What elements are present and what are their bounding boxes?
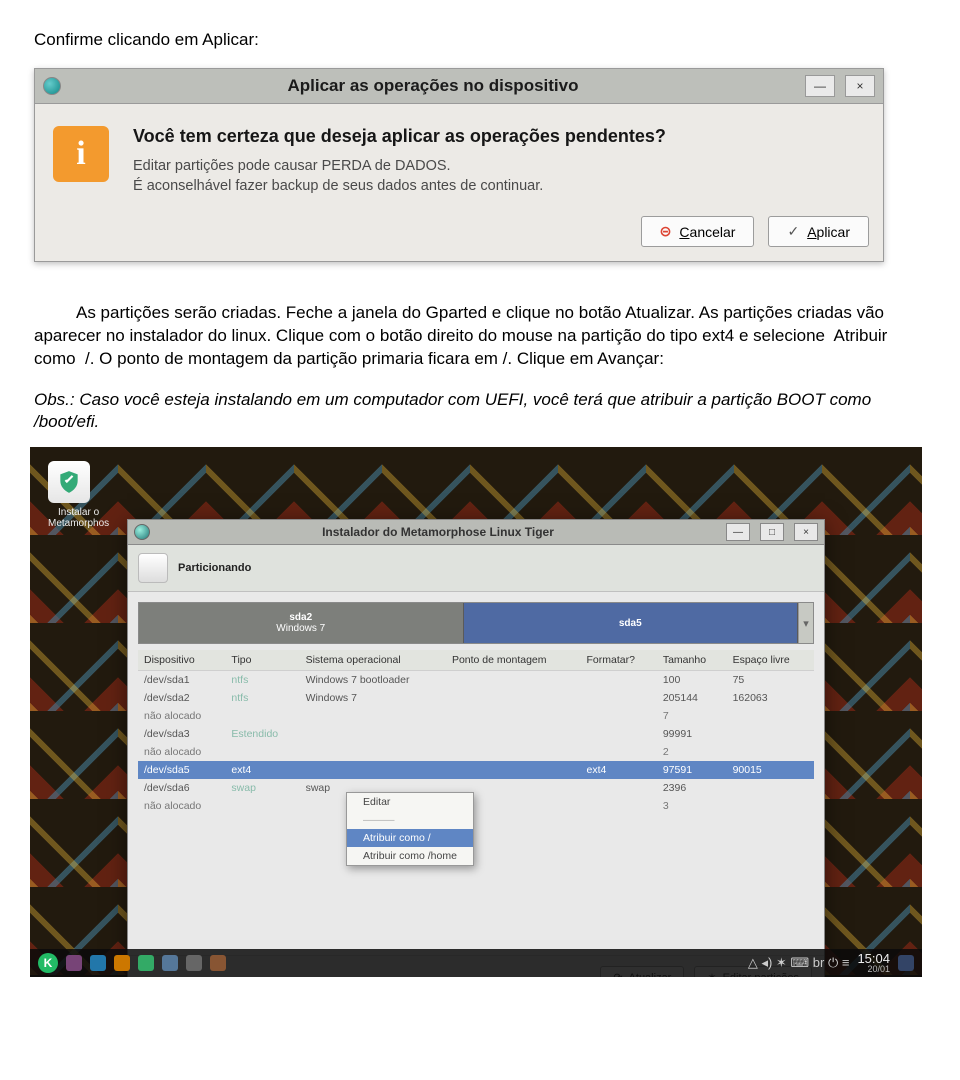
table-row[interactable]: não alocado7	[138, 707, 814, 725]
apply-label: Aplicar	[807, 224, 850, 240]
partition-table: DispositivoTipoSistema operacionalPonto …	[138, 650, 814, 815]
dialog-warning-line1: Editar partições pode causar PERDA de DA…	[133, 157, 865, 177]
table-row[interactable]: /dev/sda6swapswap2396	[138, 779, 814, 797]
dialog-titlebar: Aplicar as operações no dispositivo — ×	[35, 69, 883, 104]
taskbar-item[interactable]	[186, 955, 202, 971]
system-tray[interactable]: △ ◂) ✶ ⌨ br ⏻ ≡	[742, 954, 850, 972]
table-row[interactable]: /dev/sda1ntfsWindows 7 bootloader10075	[138, 671, 814, 690]
installer-screenshot: Instalar o Metamorphos Instalador do Met…	[30, 447, 922, 977]
show-desktop-icon[interactable]	[898, 955, 914, 971]
column-header: Formatar?	[581, 650, 657, 671]
cancel-button[interactable]: ⊝ Cancelar	[641, 216, 755, 247]
ctx-disabled: ———	[347, 811, 473, 829]
minimize-button[interactable]: —	[805, 75, 835, 97]
taskbar-item[interactable]	[66, 955, 82, 971]
info-icon: i	[53, 126, 109, 182]
taskbar-item[interactable]	[162, 955, 178, 971]
column-header: Tamanho	[657, 650, 727, 671]
taskbar-item[interactable]	[90, 955, 106, 971]
context-menu[interactable]: Editar ——— Atribuir como / Atribuir como…	[346, 792, 474, 866]
gparted-dialog-screenshot: Aplicar as operações no dispositivo — × …	[34, 68, 884, 262]
close-button[interactable]: ×	[845, 75, 875, 97]
app-icon	[43, 77, 61, 95]
table-row[interactable]: /dev/sda2ntfsWindows 7205144162063	[138, 689, 814, 707]
desktop-icon-label: Instalar o Metamorphos	[48, 507, 109, 529]
shield-icon	[56, 469, 82, 495]
installer-title: Instalador do Metamorphose Linux Tiger	[160, 525, 716, 539]
maximize-button[interactable]: □	[760, 523, 784, 541]
ctx-assign-root[interactable]: Atribuir como /	[347, 829, 473, 847]
column-header: Tipo	[225, 650, 299, 671]
start-menu-icon[interactable]: K	[38, 953, 58, 973]
column-header: Espaço livre	[727, 650, 814, 671]
check-icon: ✓	[787, 223, 799, 240]
ctx-assign-home[interactable]: Atribuir como /home	[347, 847, 473, 865]
dialog-title: Aplicar as operações no dispositivo	[71, 76, 795, 96]
obs-paragraph: Obs.: Caso você esteja instalando em um …	[34, 389, 926, 433]
taskbar: K △ ◂) ✶ ⌨ br ⏻ ≡ 15:04 20/01	[30, 949, 922, 977]
app-icon	[134, 524, 150, 540]
ctx-edit[interactable]: Editar	[347, 793, 473, 811]
close-button[interactable]: ×	[794, 523, 818, 541]
taskbar-item[interactable]	[210, 955, 226, 971]
partbar-sda5[interactable]: sda5	[464, 603, 798, 643]
taskbar-clock[interactable]: 15:04 20/01	[857, 952, 890, 974]
cancel-icon: ⊝	[660, 223, 672, 240]
intro-text: Confirme clicando em Aplicar:	[34, 30, 926, 50]
installer-window: Instalador do Metamorphose Linux Tiger —…	[127, 519, 825, 977]
table-row[interactable]: não alocado2	[138, 743, 814, 761]
table-row[interactable]: /dev/sda3Estendido99991	[138, 725, 814, 743]
step-title: Particionando	[178, 562, 251, 574]
column-header: Dispositivo	[138, 650, 225, 671]
dialog-warning-line2: É aconselhável fazer backup de seus dado…	[133, 177, 865, 197]
partition-bar[interactable]: sda2 Windows 7 sda5 ▾	[138, 602, 814, 644]
table-row[interactable]: não alocado3	[138, 797, 814, 815]
column-header: Sistema operacional	[300, 650, 446, 671]
taskbar-item[interactable]	[114, 955, 130, 971]
partbar-sda2[interactable]: sda2 Windows 7	[139, 603, 464, 643]
taskbar-item[interactable]	[138, 955, 154, 971]
apply-button[interactable]: ✓ Aplicar	[768, 216, 869, 247]
obs-label: Obs.:	[34, 390, 75, 409]
desktop-install-icon[interactable]: Instalar o Metamorphos	[48, 461, 109, 529]
dialog-heading: Você tem certeza que deseja aplicar as o…	[133, 126, 865, 147]
disk-icon	[138, 553, 168, 583]
body-paragraph: As partições serão criadas. Feche a jane…	[34, 302, 926, 371]
table-row[interactable]: /dev/sda5ext4ext49759190015	[138, 761, 814, 779]
minimize-button[interactable]: —	[726, 523, 750, 541]
cancel-label: Cancelar	[679, 224, 735, 240]
column-header: Ponto de montagem	[446, 650, 581, 671]
obs-text: Caso você esteja instalando em um comput…	[34, 390, 871, 431]
installer-step-header: Particionando	[128, 545, 824, 592]
partbar-scroll-icon[interactable]: ▾	[798, 603, 813, 643]
